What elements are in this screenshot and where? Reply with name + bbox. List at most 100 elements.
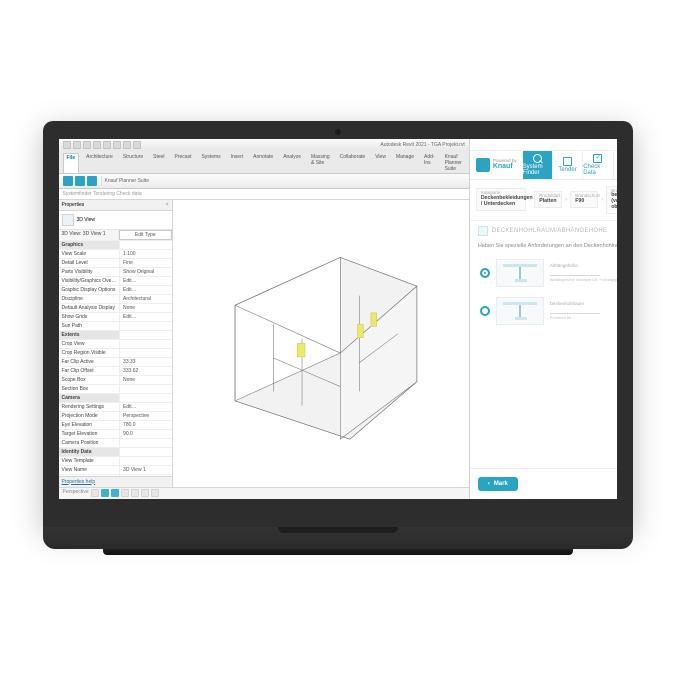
ribbon-icon[interactable] (87, 176, 97, 186)
ribbon-icon[interactable] (63, 176, 73, 186)
property-value[interactable]: Edit… (120, 277, 171, 285)
property-value[interactable]: 3D View 1 (120, 466, 171, 474)
property-value[interactable] (120, 349, 171, 357)
ribbon-tab[interactable]: Add-Ins (421, 153, 438, 173)
ribbon-tab[interactable]: Architecture (83, 153, 116, 173)
brand-name: Knauf (493, 163, 517, 170)
ceiling-option[interactable]: AbhängehöheAbhängehöhe inklusive UK + ei… (480, 259, 617, 287)
status-icon[interactable] (151, 489, 159, 497)
chevron-left-icon: ‹ (488, 481, 490, 487)
doc-icon (563, 157, 572, 166)
property-value[interactable]: None (120, 304, 171, 312)
property-name: Discipline (59, 295, 121, 303)
ribbon-tab-file[interactable]: File (63, 153, 80, 173)
close-icon[interactable]: × (166, 202, 169, 208)
ribbon-tab[interactable]: Precast (172, 153, 195, 173)
tab-tender[interactable]: Tender (553, 151, 583, 179)
value-input[interactable] (550, 307, 600, 314)
property-value[interactable]: Edit… (120, 313, 171, 321)
filter-crumb[interactable]: ProduktartPlatten (534, 191, 562, 208)
crumb-value: F90 (575, 199, 593, 205)
status-icon[interactable] (141, 489, 149, 497)
ribbon-icon[interactable] (75, 176, 85, 186)
qat-button-icon[interactable] (93, 141, 101, 149)
property-value[interactable]: Show Original (120, 268, 171, 276)
tab-check-data[interactable]: Check Data (583, 151, 613, 179)
crumb-value: Deckenbekleidungen / Unterdecken (481, 196, 521, 207)
property-value[interactable] (120, 439, 171, 447)
ribbon-tab[interactable]: Analyze (280, 153, 304, 173)
mag-icon (533, 154, 542, 163)
status-icon[interactable] (121, 489, 129, 497)
screen: Autodesk Revit 2021 - TGA Projekt.rvt Fi… (59, 139, 617, 499)
brand-logo: Powered by Knauf (470, 151, 523, 179)
property-name: Crop View (59, 340, 121, 348)
mark-button-label: Mark (494, 481, 508, 487)
filter-crumb[interactable]: KategorieDeckenbekleidungen / Unterdecke… (476, 188, 526, 210)
property-value[interactable]: 90.0 (120, 430, 171, 438)
tab-settings[interactable]: Settings (614, 151, 617, 179)
property-value[interactable]: 780.0 (120, 421, 171, 429)
breadcrumb-filter: KategorieDeckenbekleidungen / Unterdecke… (470, 180, 617, 221)
property-name: Far Clip Active (59, 358, 121, 366)
property-value[interactable]: Fine (120, 259, 171, 267)
ribbon-tab[interactable]: Manage (393, 153, 417, 173)
property-value[interactable]: Edit… (120, 403, 171, 411)
ribbon: Knauf Planner Suite (59, 173, 469, 189)
ribbon-tab[interactable]: Collaborate (337, 153, 369, 173)
qat-button-icon[interactable] (133, 141, 141, 149)
ribbon-tab[interactable]: Massing & Site (308, 153, 333, 173)
qat-button-icon[interactable] (63, 141, 71, 149)
status-icon[interactable] (131, 489, 139, 497)
qat-button-icon[interactable] (103, 141, 111, 149)
value-input[interactable] (550, 269, 600, 276)
qat-button-icon[interactable] (83, 141, 91, 149)
property-value[interactable] (120, 322, 171, 330)
property-value[interactable]: Edit… (120, 286, 171, 294)
quick-access-toolbar[interactable] (63, 141, 141, 149)
property-name: Camera Position (59, 439, 121, 447)
ribbon-tab[interactable]: Knauf Planner Suite (442, 153, 465, 173)
ribbon-tab[interactable]: Insert (228, 153, 247, 173)
property-value[interactable]: 33.33 (120, 358, 171, 366)
qat-button-icon[interactable] (73, 141, 81, 149)
filter-crumb[interactable]: Brandrichtungbeide (von oben…) (606, 186, 616, 214)
ribbon-tabs[interactable]: File Architecture Structure Steel Precas… (59, 151, 469, 173)
mark-button[interactable]: ‹ Mark (478, 477, 518, 491)
type-selector[interactable]: 3D View (59, 211, 172, 230)
ribbon-tab[interactable]: Annotate (250, 153, 276, 173)
property-value[interactable]: 333.62 (120, 367, 171, 375)
model-graphic (173, 200, 469, 487)
viewport-3d[interactable] (173, 200, 469, 487)
ribbon-tab[interactable]: Structure (120, 153, 146, 173)
property-value[interactable]: 1:100 (120, 250, 171, 258)
property-value[interactable] (120, 385, 171, 393)
properties-palette: Properties × 3D View 3D View: 3D View 1 … (59, 200, 173, 487)
property-group: Identity Data (59, 448, 121, 456)
property-value[interactable] (120, 340, 171, 348)
filter-crumb[interactable]: BrandschutzF90 (570, 191, 598, 208)
tab-system-finder[interactable]: System Finder (523, 151, 553, 179)
ceiling-option[interactable]: DeckenhohlraumFreiraum für… (480, 297, 617, 325)
section-icon (478, 226, 488, 236)
radio-icon[interactable] (480, 306, 490, 316)
qat-button-icon[interactable] (113, 141, 121, 149)
edit-type-button[interactable]: Edit Type (119, 230, 172, 240)
property-value[interactable]: Perspective (120, 412, 171, 420)
qat-button-icon[interactable] (123, 141, 131, 149)
ribbon-tab[interactable]: Steel (150, 153, 167, 173)
ribbon-tab[interactable]: View (372, 153, 389, 173)
properties-help-link[interactable]: Properties help (59, 476, 172, 487)
status-icon[interactable] (91, 489, 99, 497)
tab-label: System Finder (523, 164, 552, 176)
radio-icon[interactable] (480, 268, 490, 278)
property-value[interactable]: Architectural (120, 295, 171, 303)
ribbon-tab[interactable]: Systems (198, 153, 223, 173)
property-value[interactable]: None (120, 376, 171, 384)
status-icon[interactable] (101, 489, 109, 497)
status-icon[interactable] (111, 489, 119, 497)
property-value[interactable] (120, 457, 171, 465)
app-title: Autodesk Revit 2021 - TGA Projekt.rvt (380, 142, 464, 148)
property-name: Crop Region Visible (59, 349, 121, 357)
camera-dot (335, 129, 341, 135)
